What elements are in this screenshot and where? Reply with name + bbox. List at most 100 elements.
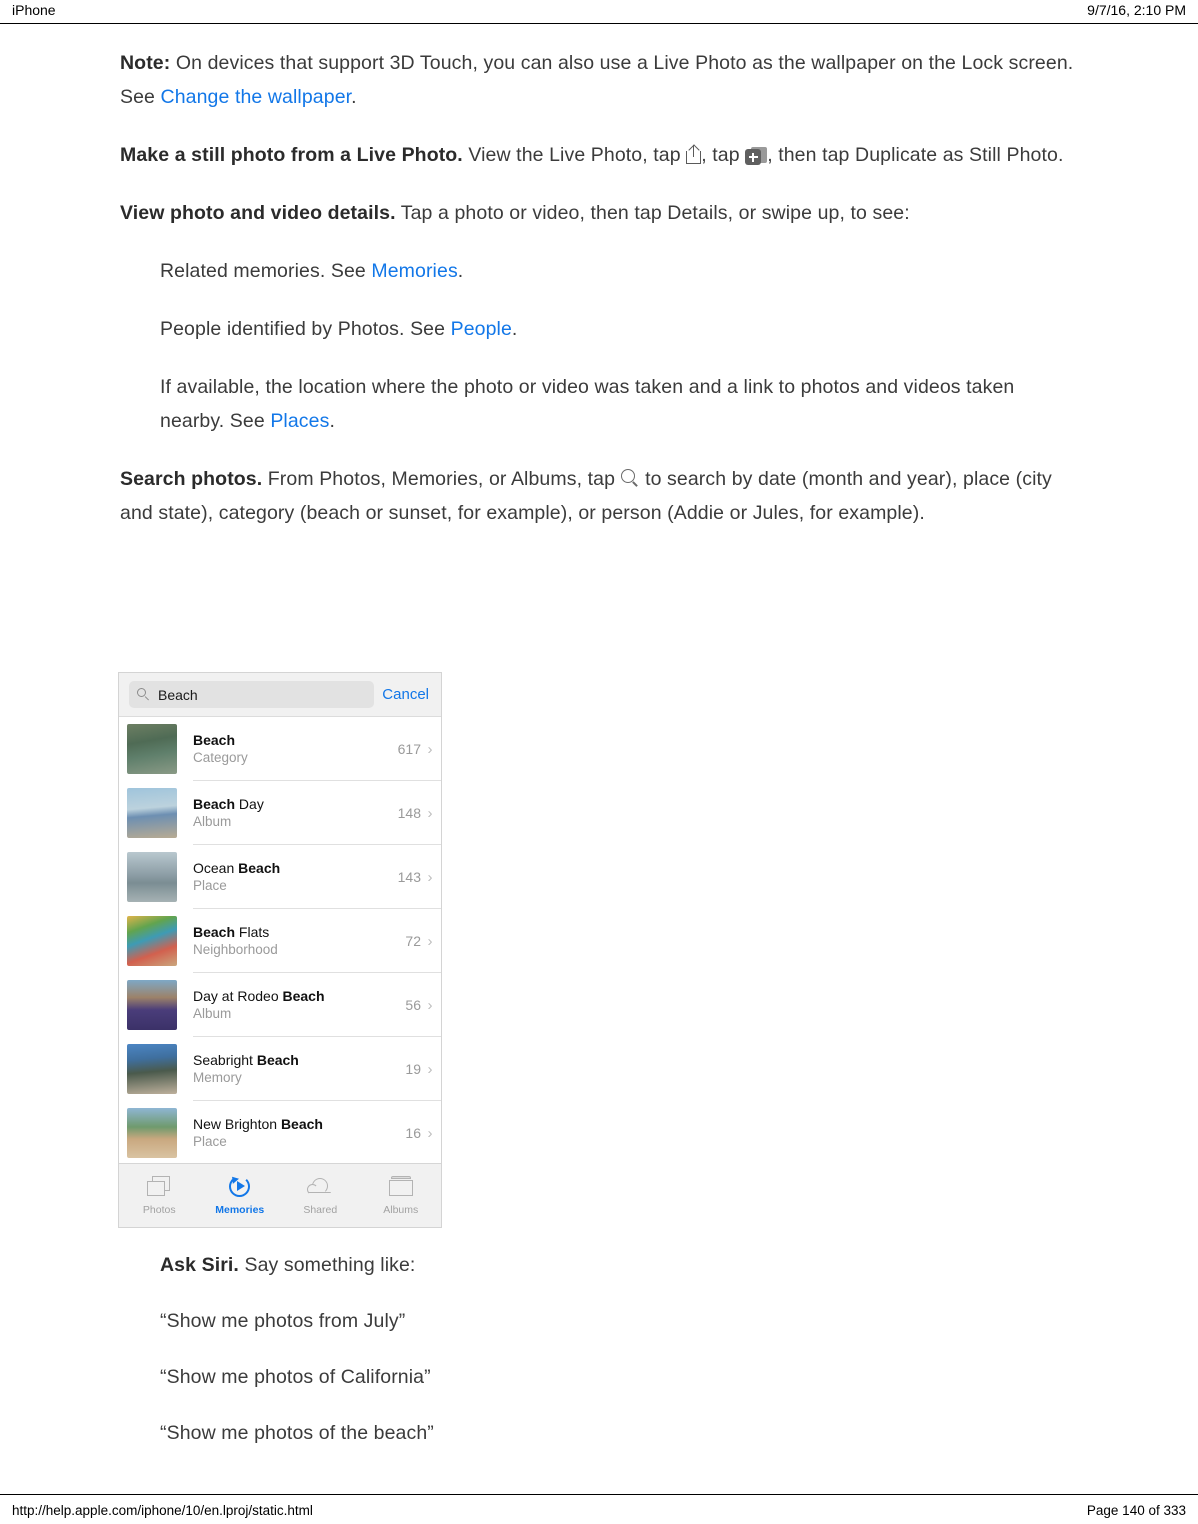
list-item-texts: Ocean Beach Place [177, 860, 398, 894]
title-plain: New Brighton [193, 1116, 281, 1132]
siri-example-1: “Show me photos from July” [160, 1310, 406, 1332]
memories-icon [226, 1174, 254, 1199]
thumbnail [127, 916, 177, 966]
ask-siri-text: Say something like: [238, 1254, 416, 1276]
tab-photos[interactable]: Photos [119, 1175, 200, 1216]
title-bold: Beach [238, 860, 281, 876]
paragraph-still-photo: Make a still photo from a Live Photo. Vi… [120, 138, 1080, 172]
chevron-right-icon: › [427, 740, 433, 758]
still-photo-text-2: , tap [701, 144, 746, 166]
list-item-texts: Seabright Beach Memory [177, 1052, 405, 1086]
photos-icon [145, 1175, 173, 1199]
list-item[interactable]: Seabright Beach Memory 19 › [119, 1037, 441, 1101]
paragraph-ask-siri: Ask Siri. Say something like: [160, 1248, 1080, 1282]
title-bold: Beach [256, 1052, 299, 1068]
list-item-count: 72 [405, 933, 421, 949]
bullet-location-places: If available, the location where the pho… [160, 370, 1080, 438]
list-item-count: 617 [397, 741, 421, 757]
list-item-texts: New Brighton Beach Place [177, 1116, 405, 1150]
title-plain: Ocean [193, 860, 239, 876]
bullet-0-text-1: Related memories. See [160, 260, 372, 282]
screenshot-tab-bar: Photos Memories Shared Albums [119, 1163, 441, 1227]
list-item[interactable]: Beach Day Album 148 › [119, 781, 441, 845]
still-photo-text-3: , then tap Duplicate as Still Photo. [767, 144, 1064, 166]
search-photos-text-1: From Photos, Memories, or Albums, tap [262, 468, 621, 490]
title-tail: Day [235, 796, 264, 812]
search-results-list[interactable]: Beach Category 617 › Beach Day Album 148… [119, 717, 441, 1163]
header-divider [0, 23, 1198, 24]
list-item-count: 143 [397, 869, 421, 885]
search-icon [137, 687, 151, 702]
list-item-count: 148 [397, 805, 421, 821]
title-bold: Beach [280, 1116, 323, 1132]
tab-albums[interactable]: Albums [361, 1175, 442, 1216]
list-item-title: New Brighton Beach [193, 1116, 405, 1133]
list-item-texts: Beach Day Album [177, 796, 398, 830]
header-timestamp: 9/7/16, 2:10 PM [1087, 2, 1186, 18]
chevron-right-icon: › [427, 804, 433, 822]
bullet-1-text-2: . [511, 318, 518, 340]
tab-memories[interactable]: Memories [200, 1174, 281, 1216]
thumbnail [127, 788, 177, 838]
link-people[interactable]: People [451, 318, 512, 340]
list-item[interactable]: Day at Rodeo Beach Album 56 › [119, 973, 441, 1037]
bullet-people-identified: People identified by Photos. See People. [160, 312, 1080, 346]
list-item-count: 16 [405, 1125, 421, 1141]
chevron-right-icon: › [427, 868, 433, 886]
tab-shared[interactable]: Shared [280, 1175, 361, 1216]
list-item-subtitle: Album [193, 814, 232, 829]
tab-label: Photos [142, 1204, 176, 1216]
list-item-subtitle: Memory [193, 1070, 242, 1085]
thumbnail [127, 980, 177, 1030]
search-query-text: Beach [158, 686, 198, 703]
link-memories[interactable]: Memories [371, 260, 457, 282]
list-item-subtitle: Place [193, 1134, 227, 1149]
cancel-button[interactable]: Cancel [382, 686, 431, 703]
search-photos-lead: Search photos. [120, 468, 263, 490]
list-item[interactable]: Beach Flats Neighborhood 72 › [119, 909, 441, 973]
thumbnail [127, 724, 177, 774]
list-item[interactable]: Beach Category 617 › [119, 717, 441, 781]
details-lead: View photo and video details. [120, 202, 396, 224]
details-text: Tap a photo or video, then tap Details, … [395, 202, 910, 224]
title-tail: Flats [235, 924, 270, 940]
share-icon [686, 143, 702, 164]
ask-siri-lead: Ask Siri. [160, 1254, 239, 1276]
duplicate-icon [745, 147, 768, 165]
list-item-subtitle: Neighborhood [193, 942, 278, 957]
bullet-1-text-1: People identified by Photos. See [160, 318, 451, 340]
note-text-2: . [351, 86, 357, 108]
search-input[interactable]: Beach [129, 681, 375, 708]
still-photo-lead: Make a still photo from a Live Photo. [120, 144, 463, 166]
siri-example-3: “Show me photos of the beach” [160, 1422, 434, 1444]
list-item-title: Beach Flats [193, 924, 405, 941]
list-item-subtitle: Album [193, 1006, 232, 1021]
list-item[interactable]: Ocean Beach Place 143 › [119, 845, 441, 909]
title-bold: Beach [282, 988, 325, 1004]
chevron-right-icon: › [427, 1060, 433, 1078]
thumbnail [127, 852, 177, 902]
footer-url[interactable]: http://help.apple.com/iphone/10/en.lproj… [12, 1503, 313, 1518]
chevron-right-icon: › [427, 1124, 433, 1142]
photos-search-screenshot: Beach Cancel Beach Category 617 › Beach … [118, 672, 442, 1228]
title-plain: Seabright [193, 1052, 257, 1068]
tab-label: Memories [215, 1204, 265, 1216]
link-places[interactable]: Places [270, 410, 329, 432]
tab-label: Albums [383, 1204, 419, 1216]
chevron-right-icon: › [427, 996, 433, 1014]
title-bold: Beach [193, 796, 236, 812]
title-plain: Day at Rodeo [193, 988, 283, 1004]
bullet-2-text-2: . [329, 410, 335, 432]
still-photo-text-1: View the Live Photo, tap [462, 144, 687, 166]
footer-page-number: Page 140 of 333 [1086, 1503, 1186, 1518]
list-item-texts: Beach Flats Neighborhood [177, 924, 405, 958]
link-change-the-wallpaper[interactable]: Change the wallpaper [161, 86, 352, 108]
footer-divider [0, 1494, 1198, 1495]
list-item-title: Ocean Beach [193, 860, 398, 877]
chevron-right-icon: › [427, 932, 433, 950]
list-item[interactable]: New Brighton Beach Place 16 › [119, 1101, 441, 1163]
thumbnail [127, 1108, 177, 1158]
title-bold: Beach [193, 924, 236, 940]
list-item-count: 56 [405, 997, 421, 1013]
list-item-title: Beach Day [193, 796, 398, 813]
